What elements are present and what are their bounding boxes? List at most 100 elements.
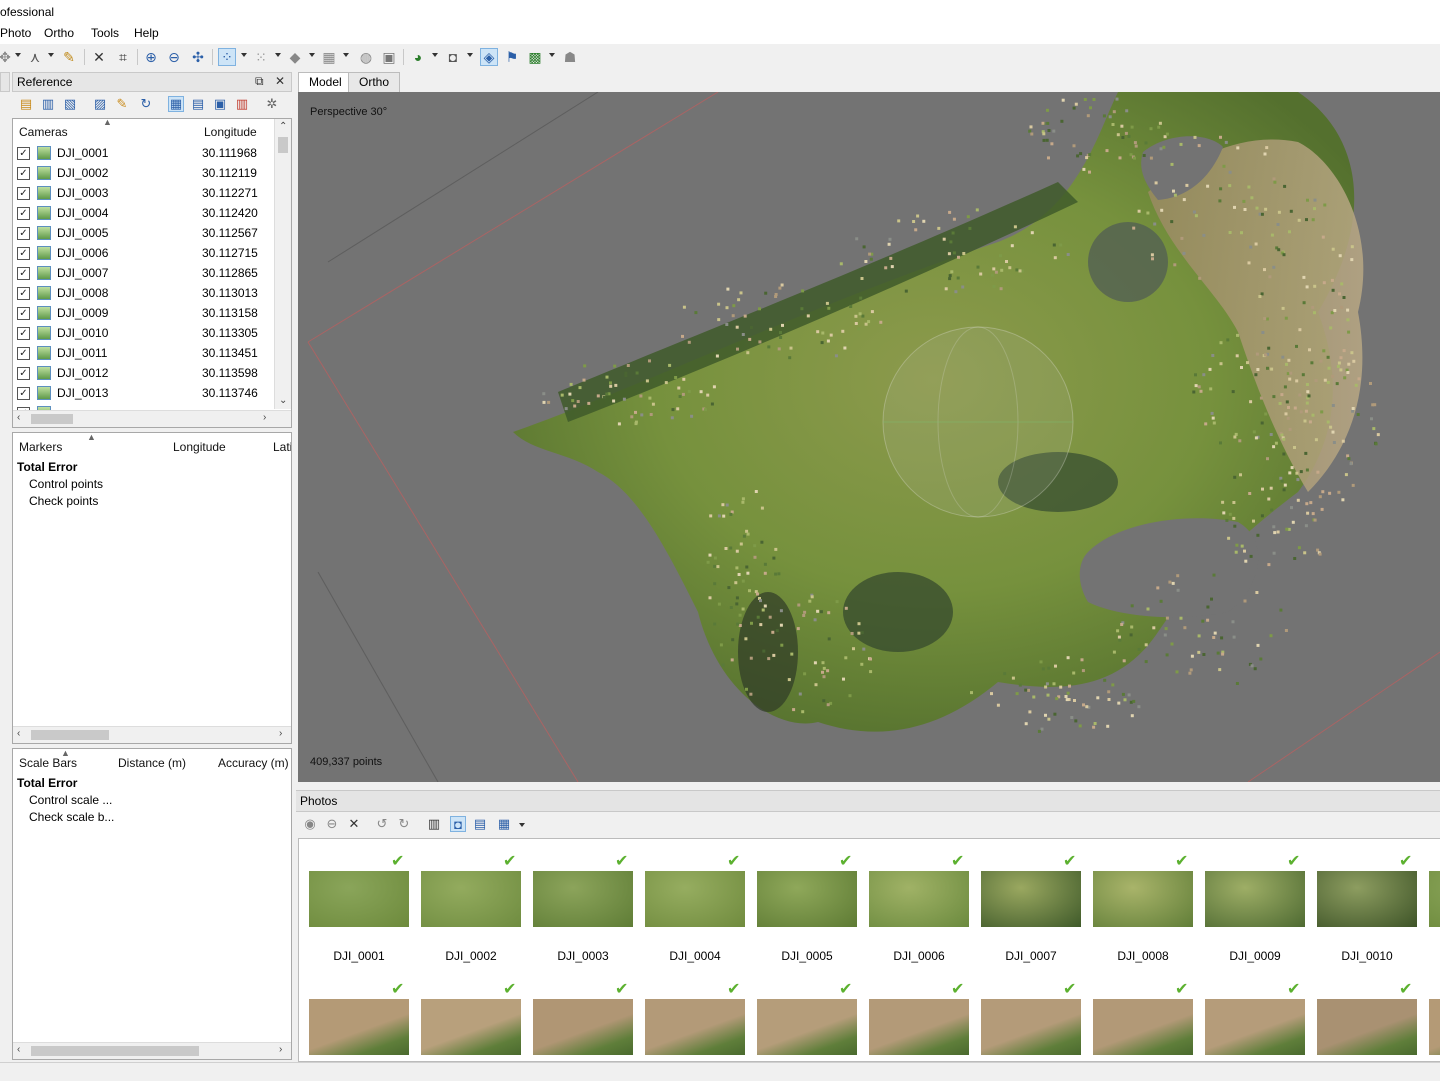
camera-icon[interactable]: ◘ [444,48,462,66]
camera-checkbox[interactable]: ✓ [17,187,30,200]
zoom-out-icon[interactable]: ⊖ [165,48,183,66]
photo-image[interactable] [309,999,409,1055]
dem-icon[interactable]: ◍ [357,48,375,66]
view-mode-icon[interactable]: ▦ [496,816,512,832]
photo-image[interactable] [757,871,857,927]
camera-row[interactable]: ✓ DJI_0009 30.113158 [13,303,275,323]
camera-checkbox[interactable]: ✓ [17,367,30,380]
scrollbar-thumb[interactable] [31,730,109,740]
dropdown-arrow-icon[interactable] [467,53,473,57]
markers-check-points[interactable]: Check points [29,494,98,508]
photo-image[interactable] [1317,999,1417,1055]
zoom-in-icon[interactable]: ⊕ [142,48,160,66]
dropdown-arrow-icon[interactable] [549,53,555,57]
photo-image[interactable] [421,871,521,927]
cameras-column-header[interactable]: Cameras [19,125,68,139]
shapes-icon[interactable]: ▣ [380,48,398,66]
camera-row[interactable]: ✓ DJI_0007 30.112865 [13,263,275,283]
scroll-left-icon[interactable]: ‹ [17,1044,20,1055]
model-viewport[interactable]: Perspective 30° 409,337 points [298,92,1440,782]
tab-model[interactable]: Model [298,72,353,92]
photo-image[interactable] [645,871,745,927]
tab-ortho[interactable]: Ortho [348,72,401,92]
camera-row[interactable]: ✓ DJI_0012 30.113598 [13,363,275,383]
view-source-icon[interactable]: ▦ [168,96,184,112]
photo-image[interactable] [869,871,969,927]
photo-image[interactable] [533,999,633,1055]
scrollbar-thumb[interactable] [278,137,288,153]
camera-checkbox[interactable]: ✓ [17,287,30,300]
dropdown-arrow-icon[interactable] [432,53,438,57]
scroll-left-icon[interactable]: ‹ [17,412,20,423]
camera-checkbox[interactable]: ✓ [17,247,30,260]
remove-cameras-icon[interactable]: ✕ [346,816,362,832]
collapsed-panel-tab[interactable] [0,72,10,92]
scroll-up-icon[interactable]: ⌃ [279,121,287,132]
marker-latitude-column-header[interactable]: Lati [273,440,291,454]
crop-icon[interactable]: ⌗ [114,48,132,66]
camera-checkbox[interactable]: ✓ [17,307,30,320]
photo-image[interactable] [1093,871,1193,927]
show-masks-icon[interactable]: ▤ [472,816,488,832]
delete-selection-icon[interactable]: ✕ [90,48,108,66]
dropdown-arrow-icon[interactable] [343,53,349,57]
disable-cameras-icon[interactable]: ⊖ [324,816,340,832]
markers-total-error[interactable]: Total Error [17,460,77,474]
camera-checkbox[interactable]: ✓ [17,147,30,160]
show-markers-icon[interactable]: ⚑ [503,48,521,66]
reference-settings-icon[interactable]: ✲ [264,96,280,112]
menu-tools[interactable]: Tools [91,26,119,40]
dropdown-arrow-icon[interactable] [309,53,315,57]
photo-image[interactable] [1429,871,1440,927]
ruler-icon[interactable]: ✎ [60,48,78,66]
photo-image[interactable] [1205,871,1305,927]
tiled-model-icon[interactable]: ▦ [320,48,338,66]
cameras-horizontal-scrollbar[interactable]: ‹ › [13,410,291,427]
show-cameras-icon[interactable]: ◈ [480,48,498,66]
photo-image[interactable] [757,999,857,1055]
region-icon[interactable]: ☗ [561,48,579,66]
longitude-column-header[interactable]: Longitude [204,125,257,139]
filter-photos-icon[interactable]: ▥ [426,816,442,832]
rotate-right-icon[interactable]: ↻ [396,816,412,832]
view-variance-icon[interactable]: ▥ [234,96,250,112]
dropdown-arrow-icon[interactable] [275,53,281,57]
photo-image[interactable] [421,999,521,1055]
photo-image[interactable] [645,999,745,1055]
convert-reference-icon[interactable]: ▧ [62,96,78,112]
camera-row[interactable]: ✓ DJI_0003 30.112271 [13,183,275,203]
menu-ortho[interactable]: Ortho [44,26,74,40]
camera-row[interactable]: ✓ DJI_0013 30.113746 [13,383,275,403]
camera-row[interactable]: ✓ DJI_0005 30.112567 [13,223,275,243]
scroll-right-icon[interactable]: › [263,412,266,423]
distance-column-header[interactable]: Distance (m) [118,756,186,770]
camera-row[interactable]: ✓ DJI_0011 30.113451 [13,343,275,363]
photo-image[interactable] [309,871,409,927]
move-object-icon[interactable]: ✣ [189,48,207,66]
dropdown-arrow-icon[interactable] [48,53,54,57]
photo-image[interactable] [1093,999,1193,1055]
dropdown-arrow-icon[interactable] [15,53,21,57]
scroll-right-icon[interactable]: › [279,728,282,739]
photo-image[interactable] [981,999,1081,1055]
scalebars-column-header[interactable]: Scale Bars [19,756,77,770]
camera-checkbox[interactable]: ✓ [17,387,30,400]
camera-checkbox[interactable]: ✓ [17,167,30,180]
scalebars-horizontal-scrollbar[interactable]: ‹ › [13,1042,291,1059]
scrollbar-thumb[interactable] [31,1046,199,1056]
cameras-vertical-scrollbar[interactable]: ⌃ ⌄ [274,119,291,409]
point-cloud-render[interactable] [298,92,1440,782]
show-photos-icon[interactable]: ◘ [450,816,466,832]
optimize-wand-icon[interactable]: ✎ [114,96,130,112]
markers-control-points[interactable]: Control points [29,477,103,491]
photo-image[interactable] [981,871,1081,927]
camera-checkbox[interactable]: ✓ [17,207,30,220]
navigate-icon[interactable]: ✥ [0,48,14,66]
camera-checkbox[interactable]: ✓ [17,227,30,240]
model-shaded-icon[interactable]: ◆ [286,48,304,66]
dropdown-arrow-icon[interactable] [519,823,525,827]
view-errors-icon[interactable]: ▣ [212,96,228,112]
scalebars-check-scale[interactable]: Check scale b... [29,810,114,824]
photo-image[interactable] [869,999,969,1055]
accuracy-column-header[interactable]: Accuracy (m) [218,756,289,770]
